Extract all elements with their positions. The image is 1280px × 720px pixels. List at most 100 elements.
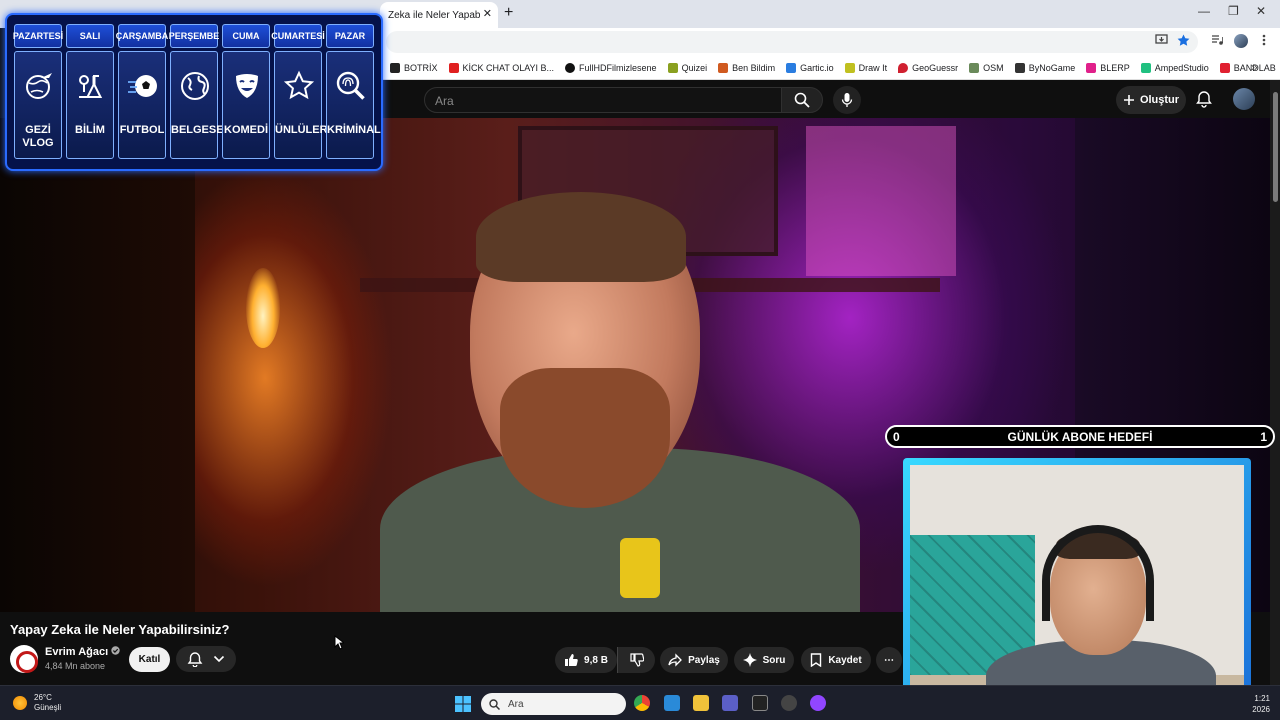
bookmark-item[interactable]: BANDLAB bbox=[1219, 62, 1276, 73]
comedy-mask-icon bbox=[236, 74, 258, 98]
search-input[interactable]: Ara bbox=[424, 87, 782, 113]
clock-time: 1:21 bbox=[1254, 694, 1270, 703]
bookmark-label: BOTRİX bbox=[404, 62, 438, 73]
shirt-print bbox=[620, 538, 660, 598]
bookmark-item[interactable]: FullHDFilmizlesene bbox=[565, 62, 657, 73]
schedule-day-label: FUTBOL bbox=[119, 124, 165, 136]
bookmark-icon bbox=[969, 62, 980, 73]
voice-search-button[interactable] bbox=[833, 86, 861, 114]
page-scrollbar[interactable] bbox=[1270, 80, 1280, 685]
bookmark-item[interactable]: Gartic.io bbox=[786, 62, 834, 73]
tab-close-icon[interactable]: ✕ bbox=[483, 7, 492, 20]
system-clock[interactable]: 1:21 2026 bbox=[1248, 693, 1270, 715]
bookmark-item[interactable]: Draw It bbox=[844, 62, 887, 73]
goal-current: 0 bbox=[893, 430, 900, 444]
schedule-day: PERŞEMBE BELGESEL bbox=[169, 24, 231, 159]
soccer-ball-icon bbox=[128, 75, 157, 97]
app-taskbar-icon[interactable] bbox=[810, 695, 826, 711]
weather-widget[interactable]: 26°C Güneşli bbox=[34, 693, 61, 713]
minimize-button[interactable]: — bbox=[1198, 4, 1210, 18]
bookmark-item[interactable]: BOTRİX bbox=[390, 62, 438, 73]
schedule-day: CUMARTESİ ÜNLÜLER bbox=[271, 24, 328, 159]
new-tab-button[interactable]: + bbox=[504, 4, 513, 22]
star-icon bbox=[283, 70, 315, 100]
bookmark-item[interactable]: ByNoGame bbox=[1014, 62, 1075, 73]
chrome-taskbar-icon[interactable] bbox=[634, 695, 650, 711]
like-button[interactable]: 9,8 B bbox=[555, 647, 617, 673]
schedule-day-name: SALI bbox=[66, 24, 114, 48]
earth-icon bbox=[181, 72, 209, 100]
bookmark-item[interactable]: Quizei bbox=[667, 62, 707, 73]
bookmark-icon bbox=[718, 62, 729, 73]
profile-avatar[interactable] bbox=[1234, 34, 1248, 48]
ask-button[interactable]: Soru bbox=[734, 647, 794, 673]
schedule-day-label: GEZİ VLOG bbox=[22, 124, 54, 149]
file-explorer-taskbar-icon[interactable] bbox=[693, 695, 709, 711]
user-avatar[interactable] bbox=[1233, 88, 1255, 110]
join-button[interactable]: Katıl bbox=[129, 647, 170, 672]
channel-avatar[interactable] bbox=[10, 645, 38, 673]
sparkle-icon bbox=[742, 653, 757, 667]
share-label: Paylaş bbox=[688, 654, 720, 666]
search-button[interactable] bbox=[781, 87, 823, 113]
address-bar[interactable] bbox=[386, 31, 1198, 53]
bookmark-item[interactable]: OSM bbox=[969, 62, 1004, 73]
bookmark-label: OSM bbox=[983, 62, 1004, 73]
bookmarks-overflow-button[interactable]: » bbox=[1251, 60, 1258, 74]
notifications-bell-icon[interactable] bbox=[1196, 90, 1212, 108]
bookmark-label: AmpedStudio bbox=[1154, 62, 1209, 73]
close-window-button[interactable]: ✕ bbox=[1256, 4, 1266, 18]
windows-start-icon[interactable] bbox=[455, 696, 471, 712]
schedule-day-body: KOMEDİ bbox=[222, 51, 270, 159]
ask-label: Soru bbox=[762, 654, 786, 666]
bookmark-icon bbox=[390, 62, 400, 73]
bookmark-item[interactable]: Ben Bildim bbox=[718, 62, 775, 73]
install-app-icon[interactable] bbox=[1155, 34, 1168, 46]
epic-games-taskbar-icon[interactable] bbox=[752, 695, 768, 711]
schedule-day-name: PAZARTESİ bbox=[13, 24, 63, 48]
search-icon bbox=[794, 92, 810, 108]
thumbs-up-icon bbox=[565, 654, 578, 666]
bookmark-icon bbox=[786, 62, 797, 73]
schedule-day-name: CUMARTESİ bbox=[271, 24, 325, 48]
dislike-button[interactable] bbox=[617, 647, 655, 673]
create-label: Oluştur bbox=[1139, 94, 1180, 106]
sun-icon[interactable] bbox=[13, 696, 27, 710]
taskbar-search[interactable]: Ara bbox=[481, 693, 626, 715]
weather-temperature: 26°C bbox=[34, 693, 52, 702]
taskbar-search-placeholder: Ara bbox=[508, 698, 524, 710]
save-button[interactable]: Kaydet bbox=[801, 647, 871, 673]
schedule-day-name: PAZAR bbox=[326, 24, 374, 48]
schedule-day-label: KRİMİNAL bbox=[327, 124, 381, 136]
more-actions-button[interactable]: ⋯ bbox=[876, 647, 902, 673]
browser-menu-icon[interactable] bbox=[1262, 34, 1266, 46]
bookmark-item[interactable]: AmpedStudio bbox=[1140, 62, 1209, 73]
maximize-button[interactable]: ❐ bbox=[1228, 4, 1239, 18]
media-controls-icon[interactable] bbox=[1211, 34, 1223, 46]
science-icon bbox=[79, 75, 103, 98]
bookmark-item[interactable]: GeoGuessr bbox=[898, 62, 958, 73]
clock-year: 2026 bbox=[1252, 705, 1270, 714]
bookmark-icon bbox=[448, 62, 459, 73]
bookmark-item[interactable]: BLERP bbox=[1086, 62, 1130, 73]
bookmark-icon bbox=[565, 62, 576, 73]
subscription-bell-button[interactable] bbox=[176, 646, 236, 672]
bookmark-item[interactable]: KİCK CHAT OLAYI B... bbox=[448, 62, 554, 73]
photos-taskbar-icon[interactable] bbox=[664, 695, 680, 711]
browser-tab[interactable]: Zeka ile Neler Yapabilirsi ✕ bbox=[380, 2, 498, 28]
share-button[interactable]: Paylaş bbox=[660, 647, 728, 673]
bookmark-icon bbox=[811, 653, 822, 667]
bookmark-label: BLERP bbox=[1100, 62, 1130, 73]
scrollbar-thumb[interactable] bbox=[1273, 92, 1278, 202]
bookmark-star-icon[interactable] bbox=[1177, 34, 1190, 46]
bookmark-icon bbox=[898, 62, 909, 73]
video-title: Yapay Zeka ile Neler Yapabilirsiniz? bbox=[10, 622, 230, 637]
schedule-day-label: BELGESEL bbox=[171, 124, 231, 136]
create-button[interactable]: Oluştur bbox=[1116, 86, 1186, 114]
channel-name[interactable]: Evrim Ağacı bbox=[45, 646, 120, 658]
teams-taskbar-icon[interactable] bbox=[722, 695, 738, 711]
presenter bbox=[380, 192, 860, 612]
obs-taskbar-icon[interactable] bbox=[781, 695, 797, 711]
bookmark-label: FullHDFilmizlesene bbox=[579, 62, 657, 73]
weekly-schedule-overlay: PAZARTESİ GEZİ VLOG SALI BİLİM ÇARŞAMBA … bbox=[5, 13, 383, 171]
